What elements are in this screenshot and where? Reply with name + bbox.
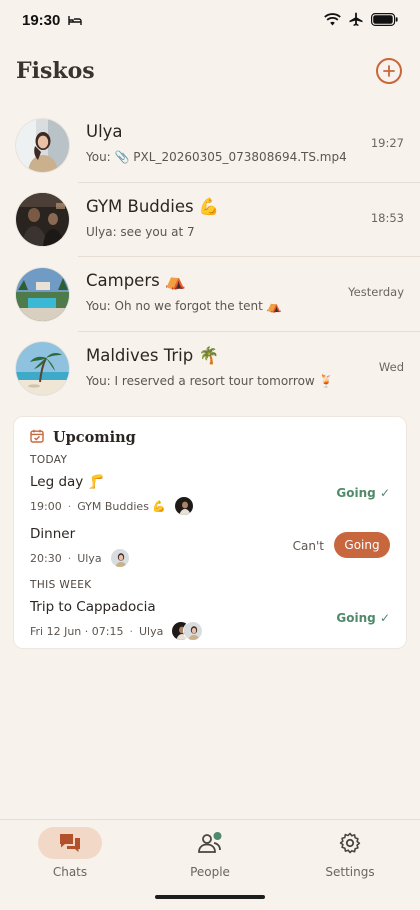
chat-row-campers[interactable]: Campers ⛺ You: Oh no we forgot the tent … <box>0 257 420 332</box>
attendee-avatar <box>109 548 130 568</box>
nav-label: Settings <box>325 865 375 879</box>
wifi-icon <box>324 11 341 30</box>
nav-icon-wrap <box>339 827 361 859</box>
chat-time: 19:27 <box>370 136 404 150</box>
chat-bubbles-icon <box>60 834 80 852</box>
home-indicator[interactable] <box>155 895 265 899</box>
chat-preview: You: I reserved a resort tour tomorrow 🍹 <box>86 373 334 388</box>
going-status[interactable]: Going ✓ <box>336 611 390 625</box>
event-dinner[interactable]: Dinner 20:30 · Ulya Can't Going <box>30 526 390 568</box>
tab-chats[interactable]: Chats <box>0 820 140 890</box>
plus-circle-icon <box>383 65 395 77</box>
avatar <box>16 118 69 172</box>
going-status[interactable]: Going ✓ <box>336 486 390 500</box>
event-group: Ulya <box>77 551 102 565</box>
chat-name: GYM Buddies 💪 <box>86 196 220 216</box>
chat-list: Ulya You: 📎 PXL_20260305_073808694.TS.mp… <box>0 108 420 406</box>
chat-preview: You: Oh no we forgot the tent ⛺ <box>86 299 282 313</box>
chat-row-gym-buddies[interactable]: GYM Buddies 💪 Ulya: see you at 7 18:53 <box>0 183 420 257</box>
cant-button[interactable]: Can't <box>293 539 324 553</box>
chat-row-ulya[interactable]: Ulya You: 📎 PXL_20260305_073808694.TS.mp… <box>0 108 420 183</box>
chat-preview: You: 📎 PXL_20260305_073808694.TS.mp4 <box>86 150 347 164</box>
airplane-icon <box>349 11 363 30</box>
app-header: Fiskos <box>0 54 420 88</box>
meta-separator: · <box>129 624 133 638</box>
event-time: 19:00 <box>30 499 62 513</box>
chat-row-maldives-trip[interactable]: Maldives Trip 🌴 You: I reserved a resort… <box>0 332 420 407</box>
going-button[interactable]: Going <box>334 532 390 558</box>
meta-separator: · <box>67 499 72 513</box>
upcoming-card: Upcoming TODAY Leg day 🦵 19:00 · GYM Bud… <box>13 416 407 649</box>
chat-time: 18:53 <box>370 210 404 225</box>
chat-name: Maldives Trip 🌴 <box>86 345 220 365</box>
attendee-avatar <box>174 496 195 516</box>
people-icon <box>198 832 222 853</box>
nav-label: Chats <box>52 865 88 879</box>
battery-icon <box>371 11 398 30</box>
attendee-avatar <box>183 621 204 641</box>
gear-icon <box>339 832 361 854</box>
tab-people[interactable]: People <box>140 820 280 890</box>
event-time: Fri 12 Jun · 07:15 <box>30 624 124 638</box>
app-title: Fiskos <box>16 58 95 84</box>
chat-time: Wed <box>378 359 404 374</box>
new-chat-button[interactable] <box>376 58 402 84</box>
nav-label: People <box>190 865 230 879</box>
event-group: Ulya <box>138 624 164 638</box>
tab-settings[interactable]: Settings <box>280 820 420 890</box>
upcoming-title: Upcoming <box>53 429 136 446</box>
nav-icon-wrap <box>197 827 223 859</box>
avatar <box>16 342 69 396</box>
nav-icon-wrap <box>38 827 102 859</box>
chat-time: Yesterday <box>348 285 404 299</box>
event-group: GYM Buddies 💪 <box>77 499 167 513</box>
chat-preview: Ulya: see you at 7 <box>86 224 195 239</box>
avatar <box>16 267 69 321</box>
avatar <box>16 193 69 247</box>
chat-name: Campers ⛺ <box>86 271 186 290</box>
bed-icon <box>68 11 83 30</box>
attendee-avatars <box>171 621 204 641</box>
section-label-today: TODAY <box>30 454 68 466</box>
event-leg-day[interactable]: Leg day 🦵 19:00 · GYM Buddies 💪 Going ✓ <box>30 474 390 516</box>
section-label-this-week: THIS WEEK <box>30 579 92 591</box>
event-trip-cappadocia[interactable]: Trip to Cappadocia Fri 12 Jun · 07:15 · … <box>30 599 390 641</box>
status-time: 19:30 <box>22 11 61 29</box>
event-time: 20:30 <box>30 551 62 565</box>
upcoming-header: Upcoming <box>30 428 136 447</box>
calendar-check-icon <box>30 428 44 447</box>
status-bar: 19:30 <box>0 0 420 40</box>
chat-name: Ulya <box>86 122 123 141</box>
meta-separator: · <box>67 551 72 565</box>
